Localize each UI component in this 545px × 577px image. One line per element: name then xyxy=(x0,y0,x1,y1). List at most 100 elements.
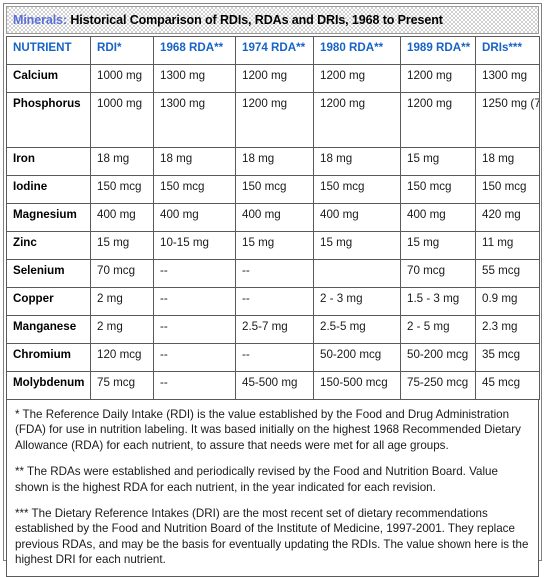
cell-rda-1980 xyxy=(313,259,401,288)
cell-rda-1989: 15 mg xyxy=(400,147,476,176)
cell-rda-1989: 1200 mg xyxy=(400,92,476,148)
cell-nutrient: Magnesium xyxy=(6,203,91,232)
title-rest-label: Historical Comparison of RDIs, RDAs and … xyxy=(66,13,443,27)
cell-rda-1980: 1200 mg xyxy=(313,64,401,93)
table-header: NUTRIENT RDI* 1968 RDA** 1974 RDA** 1980… xyxy=(6,36,540,65)
cell-dri: 55 mcg xyxy=(475,259,540,288)
cell-rdi: 1000 mg xyxy=(90,92,154,148)
cell-rda-1989: 50-200 mcg xyxy=(400,343,476,372)
cell-rda-1974: 150 mcg xyxy=(235,175,314,204)
cell-dri: 150 mcg xyxy=(475,175,540,204)
cell-nutrient: Molybdenum xyxy=(6,371,91,400)
cell-nutrient: Chromium xyxy=(6,343,91,372)
table-header-row: NUTRIENT RDI* 1968 RDA** 1974 RDA** 1980… xyxy=(6,36,540,65)
cell-dri: 45 mcg xyxy=(475,371,540,400)
table-row: Molybdenum 75 mcg -- 45-500 mg 150-500 m… xyxy=(6,371,540,400)
table-frame: Minerals: Historical Comparison of RDIs,… xyxy=(3,3,542,577)
cell-dri: 1250 mg (700 adult) xyxy=(475,92,540,148)
footnote-dri: *** The Dietary Reference Intakes (DRI) … xyxy=(15,507,529,567)
table-row: Magnesium 400 mg 400 mg 400 mg 400 mg 40… xyxy=(6,203,540,232)
cell-rda-1980: 18 mg xyxy=(313,147,401,176)
footnotes-section: * The Reference Daily Intake (RDI) is th… xyxy=(6,400,539,577)
cell-rdi: 1000 mg xyxy=(90,64,154,93)
cell-rda-1989: 150 mcg xyxy=(400,175,476,204)
cell-dri: 420 mg xyxy=(475,203,540,232)
cell-rdi: 120 mcg xyxy=(90,343,154,372)
cell-rdi: 75 mcg xyxy=(90,371,154,400)
table-row: Phosphorus 1000 mg 1300 mg 1200 mg 1200 … xyxy=(6,92,540,148)
cell-rdi: 2 mg xyxy=(90,287,154,316)
table-row: Calcium 1000 mg 1300 mg 1200 mg 1200 mg … xyxy=(6,64,540,93)
cell-rda-1968: -- xyxy=(153,287,236,316)
column-header-nutrient: NUTRIENT xyxy=(6,36,91,65)
column-header-rda-1989: 1989 RDA** xyxy=(400,36,476,65)
cell-rdi: 400 mg xyxy=(90,203,154,232)
cell-rdi: 18 mg xyxy=(90,147,154,176)
cell-nutrient: Calcium xyxy=(6,64,91,93)
table-row: Iron 18 mg 18 mg 18 mg 18 mg 15 mg 18 mg xyxy=(6,147,540,176)
cell-rda-1974: 400 mg xyxy=(235,203,314,232)
title-lead-label: Minerals: xyxy=(13,13,67,27)
cell-rda-1968: 400 mg xyxy=(153,203,236,232)
cell-rda-1974: 1200 mg xyxy=(235,64,314,93)
cell-rda-1974: -- xyxy=(235,259,314,288)
cell-rda-1980: 400 mg xyxy=(313,203,401,232)
cell-rda-1974: 1200 mg xyxy=(235,92,314,148)
cell-dri: 0.9 mg xyxy=(475,287,540,316)
cell-nutrient: Copper xyxy=(6,287,91,316)
table-title-bar: Minerals: Historical Comparison of RDIs,… xyxy=(6,6,539,34)
page-title: Minerals: Historical Comparison of RDIs,… xyxy=(13,13,443,27)
minerals-comparison-table: NUTRIENT RDI* 1968 RDA** 1974 RDA** 1980… xyxy=(6,36,540,400)
column-header-rda-1974: 1974 RDA** xyxy=(235,36,314,65)
page-root: Minerals: Historical Comparison of RDIs,… xyxy=(0,0,545,577)
cell-rda-1974: -- xyxy=(235,343,314,372)
table-row: Selenium 70 mcg -- -- 70 mcg 55 mcg xyxy=(6,259,540,288)
cell-rda-1989: 2 - 5 mg xyxy=(400,315,476,344)
cell-dri: 18 mg xyxy=(475,147,540,176)
table-row: Manganese 2 mg -- 2.5-7 mg 2.5-5 mg 2 - … xyxy=(6,315,540,344)
cell-nutrient: Phosphorus xyxy=(6,92,91,148)
cell-rda-1989: 1200 mg xyxy=(400,64,476,93)
cell-rda-1980: 2.5-5 mg xyxy=(313,315,401,344)
cell-dri: 35 mcg xyxy=(475,343,540,372)
cell-rda-1974: 45-500 mg xyxy=(235,371,314,400)
cell-rda-1980: 1200 mg xyxy=(313,92,401,148)
cell-rda-1980: 150-500 mcg xyxy=(313,371,401,400)
cell-rda-1968: 1300 mg xyxy=(153,92,236,148)
cell-dri: 2.3 mg xyxy=(475,315,540,344)
cell-dri: 1300 mg xyxy=(475,64,540,93)
cell-rda-1989: 15 mg xyxy=(400,231,476,260)
cell-rda-1980: 50-200 mcg xyxy=(313,343,401,372)
cell-rda-1974: 18 mg xyxy=(235,147,314,176)
column-header-rdi: RDI* xyxy=(90,36,154,65)
cell-rda-1968: 10-15 mg xyxy=(153,231,236,260)
footnote-rdi: * The Reference Daily Intake (RDI) is th… xyxy=(15,408,521,452)
cell-nutrient: Manganese xyxy=(6,315,91,344)
cell-rdi: 2 mg xyxy=(90,315,154,344)
cell-rda-1989: 1.5 - 3 mg xyxy=(400,287,476,316)
table-row: Chromium 120 mcg -- -- 50-200 mcg 50-200… xyxy=(6,343,540,372)
footnote-rda: ** The RDAs were established and periodi… xyxy=(15,465,498,494)
table-row: Copper 2 mg -- -- 2 - 3 mg 1.5 - 3 mg 0.… xyxy=(6,287,540,316)
cell-rda-1968: 1300 mg xyxy=(153,64,236,93)
cell-rda-1968: 18 mg xyxy=(153,147,236,176)
cell-rda-1968: -- xyxy=(153,315,236,344)
cell-nutrient: Iodine xyxy=(6,175,91,204)
cell-rda-1968: 150 mcg xyxy=(153,175,236,204)
cell-rda-1968: -- xyxy=(153,371,236,400)
cell-rdi: 15 mg xyxy=(90,231,154,260)
cell-rdi: 70 mcg xyxy=(90,259,154,288)
cell-rda-1989: 70 mcg xyxy=(400,259,476,288)
cell-rda-1974: 2.5-7 mg xyxy=(235,315,314,344)
cell-rda-1974: -- xyxy=(235,287,314,316)
table-row: Zinc 15 mg 10-15 mg 15 mg 15 mg 15 mg 11… xyxy=(6,231,540,260)
cell-rda-1974: 15 mg xyxy=(235,231,314,260)
cell-rda-1968: -- xyxy=(153,343,236,372)
cell-rda-1968: -- xyxy=(153,259,236,288)
cell-rda-1980: 2 - 3 mg xyxy=(313,287,401,316)
column-header-dris: DRIs*** xyxy=(475,36,540,65)
cell-rda-1980: 15 mg xyxy=(313,231,401,260)
cell-nutrient: Iron xyxy=(6,147,91,176)
cell-nutrient: Selenium xyxy=(6,259,91,288)
table-body: Calcium 1000 mg 1300 mg 1200 mg 1200 mg … xyxy=(6,64,540,400)
